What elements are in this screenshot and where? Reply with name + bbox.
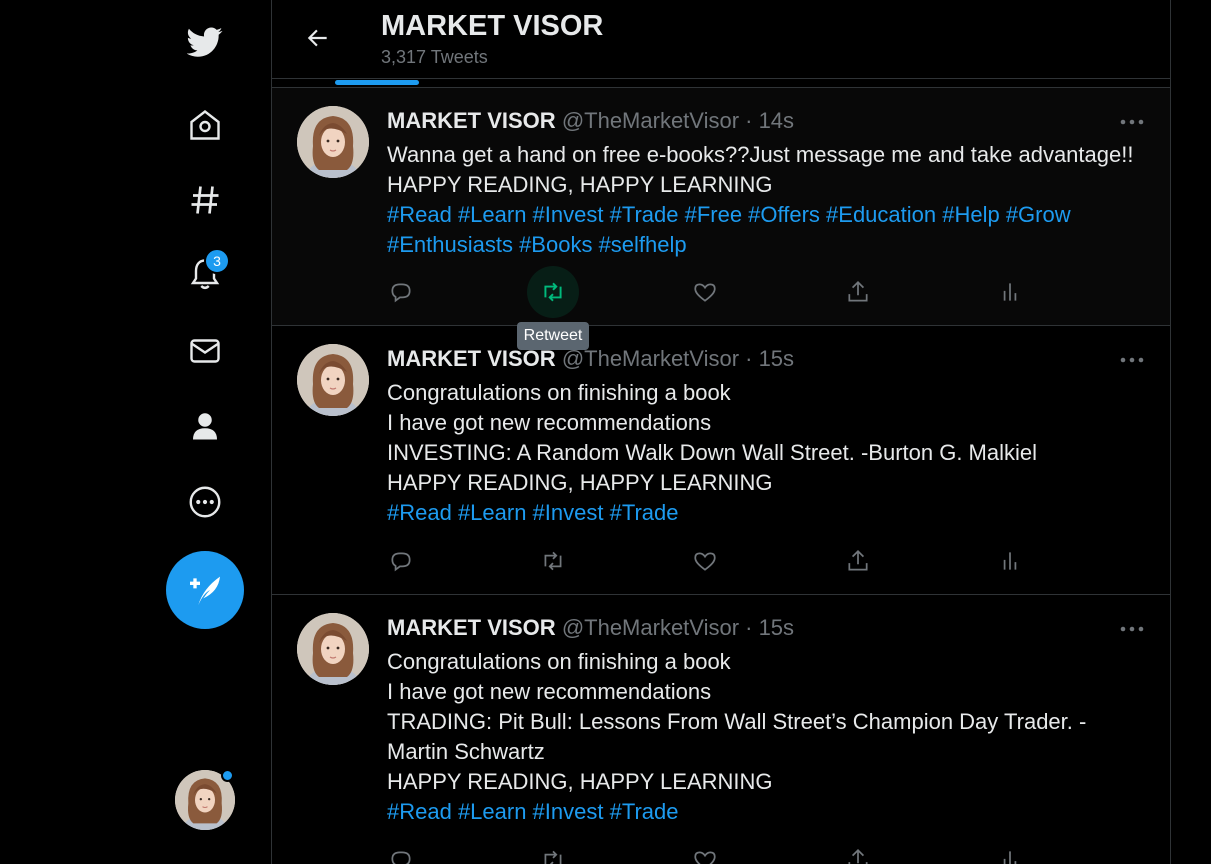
tweet-line: HAPPY READING, HAPPY LEARNING <box>387 470 773 495</box>
compose-tweet-button[interactable] <box>166 551 244 629</box>
author-handle-time[interactable]: @TheMarketVisor · 14s <box>562 108 794 133</box>
heart-icon[interactable] <box>679 834 731 864</box>
tweet-line: Congratulations on finishing a book <box>387 380 731 405</box>
tweet[interactable]: MARKET VISOR @TheMarketVisor · 14s Wanna… <box>272 88 1170 326</box>
author-name[interactable]: MARKET VISOR <box>387 108 556 133</box>
sidebar-nav: 3 <box>0 0 271 864</box>
share-icon[interactable] <box>832 535 884 587</box>
tweet-line: HAPPY READING, HAPPY LEARNING <box>387 769 773 794</box>
home-icon[interactable] <box>178 98 232 152</box>
tweet-header: MARKET VISOR @TheMarketVisor · 14s <box>387 108 794 134</box>
ellipsis-icon[interactable] <box>1118 110 1146 134</box>
ellipsis-icon[interactable] <box>1118 348 1146 372</box>
hashtags[interactable]: #Enthusiasts #Books #selfhelp <box>387 230 1147 260</box>
tweet[interactable]: MARKET VISOR @TheMarketVisor · 15s Congr… <box>272 326 1170 595</box>
tweet-line: Martin Schwartz <box>387 739 545 764</box>
analytics-icon[interactable] <box>984 834 1036 864</box>
tweet-header: MARKET VISOR @TheMarketVisor · 15s <box>387 615 794 641</box>
compose-feather-icon <box>190 576 220 605</box>
ellipsis-icon[interactable] <box>1118 617 1146 641</box>
reply-icon[interactable] <box>375 834 427 864</box>
page-title: MARKET VISOR <box>381 10 604 42</box>
notification-badge: 3 <box>204 248 230 274</box>
hashtags[interactable]: #Read #Learn #Invest #Trade #Free #Offer… <box>387 200 1147 230</box>
tweet-header: MARKET VISOR @TheMarketVisor · 15s <box>387 346 794 372</box>
tweet-text: Wanna get a hand on free e-books??Just m… <box>387 140 1147 260</box>
more-circle-icon[interactable] <box>178 475 232 529</box>
share-icon[interactable] <box>832 834 884 864</box>
account-status-dot <box>221 769 234 782</box>
profile-header: MARKET VISOR 3,317 Tweets <box>272 0 1170 88</box>
author-handle-time[interactable]: @TheMarketVisor · 15s <box>562 615 794 640</box>
hashtags[interactable]: #Read #Learn #Invest #Trade <box>387 498 1147 528</box>
retweet-icon[interactable] <box>527 266 579 318</box>
tweet-line: INVESTING: A Random Walk Down Wall Stree… <box>387 440 1038 465</box>
tweet-text: Congratulations on finishing a book I ha… <box>387 378 1147 528</box>
person-icon[interactable] <box>178 399 232 453</box>
tweet-line: Congratulations on finishing a book <box>387 649 731 674</box>
tweet[interactable]: MARKET VISOR @TheMarketVisor · 15s Congr… <box>272 595 1170 864</box>
retweet-icon[interactable] <box>527 535 579 587</box>
hashtag-icon[interactable] <box>178 173 232 227</box>
tweet-text: Congratulations on finishing a book I ha… <box>387 647 1147 827</box>
reply-icon[interactable] <box>375 266 427 318</box>
analytics-icon[interactable] <box>984 266 1036 318</box>
envelope-icon[interactable] <box>178 324 232 378</box>
heart-icon[interactable] <box>679 266 731 318</box>
timeline-column: MARKET VISOR 3,317 Tweets MARKET VISOR @… <box>271 0 1171 864</box>
twitter-bird-icon[interactable] <box>178 15 232 69</box>
author-handle-time[interactable]: @TheMarketVisor · 15s <box>562 346 794 371</box>
back-arrow-icon[interactable] <box>299 19 337 57</box>
author-name[interactable]: MARKET VISOR <box>387 615 556 640</box>
tweet-line: I have got new recommendations <box>387 679 712 704</box>
divider <box>272 78 1170 79</box>
avatar[interactable] <box>297 106 369 178</box>
tweet-line: Wanna get a hand on free e-books??Just m… <box>387 142 1134 167</box>
tweet-count: 3,317 Tweets <box>381 47 488 67</box>
avatar[interactable] <box>297 344 369 416</box>
share-icon[interactable] <box>832 266 884 318</box>
tweet-line: I have got new recommendations <box>387 410 712 435</box>
retweet-tooltip: Retweet <box>517 322 589 350</box>
analytics-icon[interactable] <box>984 535 1036 587</box>
tweet-line: TRADING: Pit Bull: Lessons From Wall Str… <box>387 709 1087 734</box>
avatar[interactable] <box>297 613 369 685</box>
heart-icon[interactable] <box>679 535 731 587</box>
reply-icon[interactable] <box>375 535 427 587</box>
hashtags[interactable]: #Read #Learn #Invest #Trade <box>387 797 1147 827</box>
retweet-icon[interactable] <box>527 834 579 864</box>
active-tab-indicator <box>335 80 419 85</box>
tweet-line: HAPPY READING, HAPPY LEARNING <box>387 172 773 197</box>
